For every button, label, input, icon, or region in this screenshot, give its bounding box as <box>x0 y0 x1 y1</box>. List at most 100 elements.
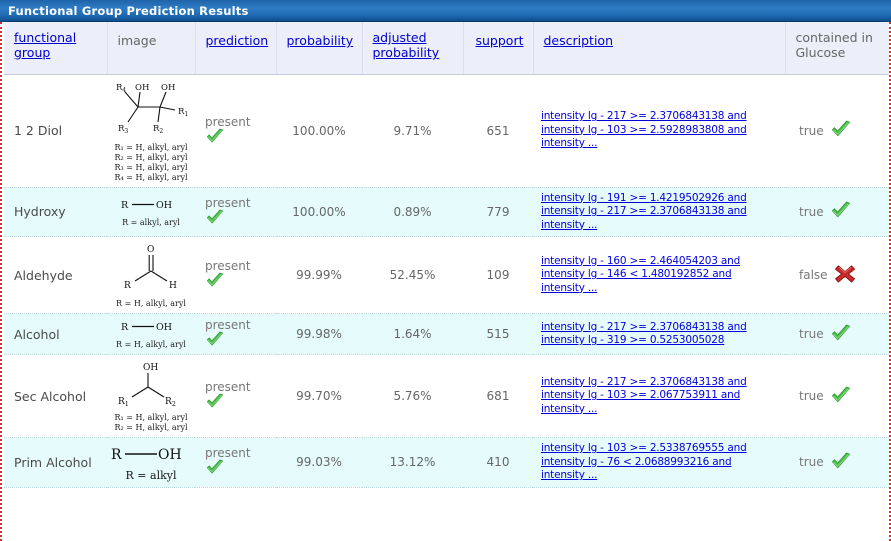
description-rule-link[interactable]: intensity ... <box>541 219 779 233</box>
structure-diagram-1-2-diol: R4 OH OH R1 R3 R2 <box>109 79 193 139</box>
svg-text:O: O <box>147 245 154 255</box>
column-header-prediction[interactable]: prediction <box>195 22 277 75</box>
structure-legend: R₁ = H, alkyl, aryl R₂ = H, alkyl, aryl <box>109 413 193 433</box>
cell-image: R OH R = alkyl <box>107 437 195 488</box>
svg-text:R1: R1 <box>178 107 188 118</box>
column-header-label[interactable]: functional group <box>14 30 101 60</box>
cell-contained-in-glucose: true <box>785 187 889 237</box>
svg-text:R2: R2 <box>153 124 163 135</box>
cell-image: R OH R = alkyl, aryl <box>107 187 195 237</box>
cell-functional-group: Alcohol <box>4 313 107 355</box>
structure-legend: R = alkyl, aryl <box>109 218 193 228</box>
green-check-icon <box>205 459 225 478</box>
description-rule-link[interactable]: intensity ... <box>541 282 779 296</box>
column-header-probability[interactable]: probability <box>276 22 363 75</box>
green-check-icon <box>205 393 225 412</box>
structure-legend-line: R = alkyl, aryl <box>122 217 180 227</box>
table-row: 1 2 Diol R4 OH OH R1 R3 R2 R₁ = H, alkyl, aryl R… <box>4 74 889 188</box>
cell-contained-in-glucose: true <box>785 437 889 488</box>
column-header-label[interactable]: adjusted probability <box>373 30 457 60</box>
cell-functional-group: Aldehyde <box>4 236 107 314</box>
cell-functional-group: Sec Alcohol <box>4 354 107 438</box>
description-rule-link[interactable]: intensity lg - 217 >= 2.3706843138 and <box>541 205 779 219</box>
column-header-functional-group[interactable]: functional group <box>4 22 108 75</box>
prediction-status-icon <box>205 459 270 478</box>
cell-adjusted-probability: 9.71% <box>362 74 463 188</box>
table-row: Prim Alcohol R OH R = alkyl present 99.03% 13.… <box>4 437 889 488</box>
structure-legend: R = H, alkyl, aryl <box>109 299 193 309</box>
cell-adjusted-probability: 52.45% <box>362 236 463 314</box>
cell-probability: 100.00% <box>276 74 362 188</box>
description-rule-link[interactable]: intensity lg - 103 >= 2.5928983808 and <box>541 124 779 138</box>
prediction-status-icon <box>205 128 270 147</box>
description-rule-link[interactable]: intensity lg - 103 >= 2.5338769555 and <box>541 442 779 456</box>
structure-legend-line: R₄ = H, alkyl, aryl <box>114 172 188 182</box>
cell-description: intensity lg - 217 >= 2.3706843138 and in… <box>533 74 785 188</box>
app-root: Functional Group Prediction Results func… <box>0 0 891 541</box>
green-check-icon <box>830 120 852 141</box>
green-check-icon <box>205 331 225 350</box>
description-rule-link[interactable]: intensity lg - 191 >= 1.4219502926 and <box>541 192 779 206</box>
description-rule-link[interactable]: intensity lg - 146 < 1.480192852 and <box>541 268 779 282</box>
description-rule-link[interactable]: intensity lg - 217 >= 2.3706843138 and <box>541 376 779 390</box>
cell-image: R OH R = H, alkyl, aryl <box>107 313 195 355</box>
prediction-label: present <box>205 446 251 461</box>
column-header-label[interactable]: support <box>476 33 524 48</box>
structure-legend: R = alkyl <box>109 469 193 483</box>
contained-value: true <box>799 123 824 138</box>
structure-diagram-r-oh-large: R OH <box>109 443 195 467</box>
cell-support: 681 <box>463 354 533 438</box>
cell-description: intensity lg - 217 >= 2.3706843138 and in… <box>533 354 785 438</box>
description-rule-link[interactable]: intensity lg - 76 < 2.0688993216 and <box>541 456 779 470</box>
prediction-label: present <box>205 318 251 332</box>
description-rule-link[interactable]: intensity lg - 160 >= 2.464054203 and <box>541 255 779 269</box>
structure-diagram-r-oh: R OH <box>118 318 184 336</box>
column-header-support[interactable]: support <box>463 22 534 75</box>
column-header-label[interactable]: prediction <box>206 33 269 48</box>
cell-image: OH R1 R2 R₁ = H, alkyl, aryl R₂ = H, alkyl, … <box>107 354 195 438</box>
column-header-label[interactable]: probability <box>287 33 354 48</box>
cell-support: 651 <box>463 74 533 188</box>
description-rule-link[interactable]: intensity ... <box>541 403 779 417</box>
svg-text:R: R <box>121 322 129 333</box>
structure-legend-line: R₂ = H, alkyl, aryl <box>114 423 188 432</box>
cell-contained-in-glucose: false <box>785 236 889 314</box>
table-row: Hydroxy R OH R = alkyl, aryl present 100.00% 0… <box>4 187 889 237</box>
structure-legend-line: R = alkyl <box>125 469 177 483</box>
column-header-label[interactable]: description <box>544 33 614 48</box>
svg-text:OH: OH <box>135 83 149 93</box>
table-row: Alcohol R OH R = H, alkyl, aryl present 99.98… <box>4 313 889 355</box>
svg-text:OH: OH <box>158 447 182 463</box>
description-rule-link[interactable]: intensity lg - 217 >= 2.3706843138 and <box>541 321 779 335</box>
cell-prediction: present <box>195 187 276 237</box>
cell-contained-in-glucose: true <box>785 313 889 355</box>
results-table: functional group image prediction probab… <box>4 22 889 488</box>
prediction-status-icon <box>205 331 270 350</box>
structure-diagram-aldehyde: O R H <box>118 241 184 295</box>
description-rule-link[interactable]: intensity lg - 319 >= 0.5253005028 <box>541 334 779 348</box>
description-rule-link[interactable]: intensity lg - 217 >= 2.3706843138 and <box>541 110 779 124</box>
cell-support: 779 <box>463 187 533 237</box>
cell-prediction: present <box>195 236 276 314</box>
cell-functional-group: Prim Alcohol <box>4 437 107 488</box>
window-titlebar: Functional Group Prediction Results <box>0 0 891 22</box>
cell-functional-group: 1 2 Diol <box>4 74 107 188</box>
structure-legend-line: R₃ = H, alkyl, aryl <box>114 162 188 172</box>
red-cross-icon <box>834 264 856 286</box>
column-header-description[interactable]: description <box>533 22 786 75</box>
svg-text:R: R <box>124 281 131 291</box>
column-header-adjusted-probability[interactable]: adjusted probability <box>362 22 464 75</box>
description-rule-link[interactable]: intensity lg - 103 >= 2.067753911 and <box>541 389 779 403</box>
svg-text:R3: R3 <box>118 124 128 135</box>
green-check-icon <box>830 201 852 222</box>
svg-text:OH: OH <box>143 363 158 373</box>
description-rule-link[interactable]: intensity ... <box>541 137 779 151</box>
results-table-frame: functional group image prediction probab… <box>0 22 891 541</box>
contained-value: true <box>799 455 824 470</box>
green-check-icon <box>830 386 852 407</box>
table-body: 1 2 Diol R4 OH OH R1 R3 R2 R₁ = H, alkyl, aryl R… <box>4 74 889 488</box>
contained-value: true <box>799 327 824 341</box>
cell-contained-in-glucose: true <box>785 354 889 438</box>
description-rule-link[interactable]: intensity ... <box>541 469 779 483</box>
cell-adjusted-probability: 13.12% <box>362 437 463 488</box>
